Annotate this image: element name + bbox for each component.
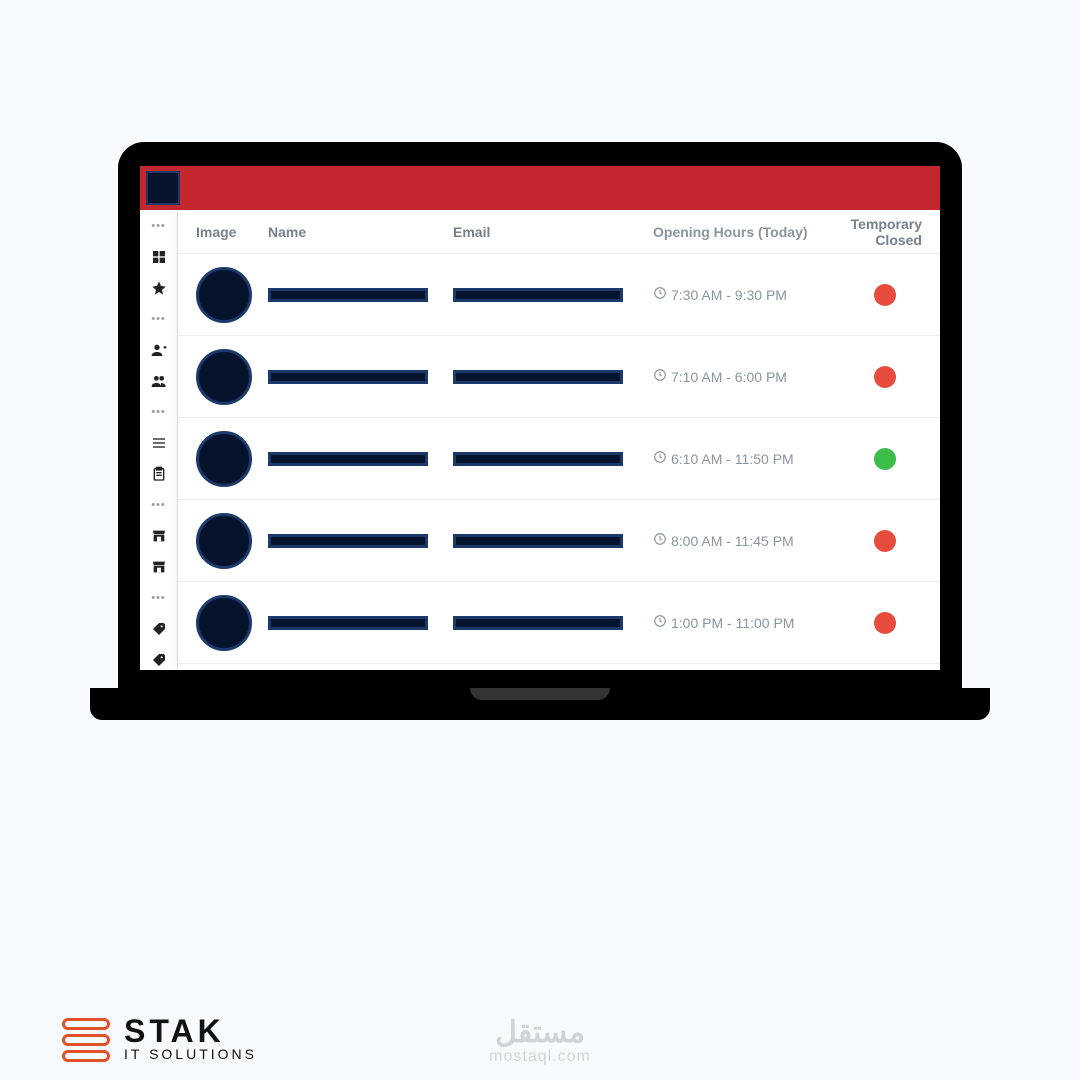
col-header-image: Image <box>196 224 268 240</box>
brand-tagline: IT SOLUTIONS <box>124 1046 257 1062</box>
cell-closed <box>848 530 922 552</box>
clock-icon <box>653 614 667 631</box>
app-sidebar: ••• ••• ••• ••• ••• <box>140 210 178 670</box>
col-header-email: Email <box>453 224 653 240</box>
redacted-bar <box>453 616 623 630</box>
cell-hours: 7:10 AM - 6:00 PM <box>653 368 848 385</box>
redacted-bar <box>268 452 428 466</box>
status-dot <box>874 448 896 470</box>
cell-name <box>268 534 453 548</box>
laptop-screen: ••• ••• ••• ••• ••• Image Name Email Opening… <box>118 142 962 688</box>
person-add-icon[interactable] <box>148 340 170 361</box>
col-header-hours: Opening Hours (Today) <box>653 224 848 240</box>
people-icon[interactable] <box>148 371 170 392</box>
store-icon[interactable] <box>148 556 170 577</box>
clock-icon <box>653 450 667 467</box>
clock-icon <box>653 368 667 385</box>
cell-image <box>196 513 268 569</box>
redacted-bar <box>453 534 623 548</box>
list-icon[interactable] <box>148 433 170 454</box>
dots-icon: ••• <box>148 402 170 423</box>
status-dot <box>874 612 896 634</box>
store-icon[interactable] <box>148 525 170 546</box>
clock-icon <box>653 286 667 303</box>
cell-hours: 8:00 AM - 11:45 PM <box>653 532 848 549</box>
redacted-bar <box>268 534 428 548</box>
avatar <box>196 595 252 651</box>
redacted-bar <box>453 370 623 384</box>
redacted-bar <box>268 288 428 302</box>
cell-hours: 1:00 PM - 11:00 PM <box>653 614 848 631</box>
cell-closed <box>848 612 922 634</box>
dots-icon: ••• <box>148 309 170 330</box>
hours-text: 7:10 AM - 6:00 PM <box>671 369 787 385</box>
laptop-frame: ••• ••• ••• ••• ••• Image Name Email Opening… <box>118 142 962 720</box>
table-row[interactable]: 7:10 AM - 6:00 PM <box>178 336 940 418</box>
main-content: Image Name Email Opening Hours (Today) T… <box>178 210 940 670</box>
table-row[interactable]: 1:00 PM - 11:00 PM <box>178 582 940 664</box>
brand-name: STAK <box>124 1017 257 1046</box>
table-row[interactable]: 6:10 AM - 11:50 PM <box>178 418 940 500</box>
tag-icon[interactable] <box>148 649 170 670</box>
stak-text: STAK IT SOLUTIONS <box>124 1017 257 1062</box>
table-header: Image Name Email Opening Hours (Today) T… <box>178 210 940 254</box>
watermark-english: mostaql.com <box>489 1048 591 1066</box>
cell-email <box>453 616 653 630</box>
clipboard-icon[interactable] <box>148 464 170 485</box>
redacted-bar <box>453 452 623 466</box>
star-icon[interactable] <box>148 278 170 299</box>
status-dot <box>874 284 896 306</box>
tag-icon[interactable] <box>148 618 170 639</box>
dots-icon: ••• <box>148 216 170 237</box>
cell-closed <box>848 366 922 388</box>
cell-name <box>268 452 453 466</box>
cell-email <box>453 370 653 384</box>
watermark: مستقل mostaql.com <box>489 1018 591 1066</box>
cell-image <box>196 349 268 405</box>
status-dot <box>874 366 896 388</box>
cell-closed <box>848 284 922 306</box>
cell-name <box>268 370 453 384</box>
table-row[interactable]: 7:30 AM - 9:30 PM <box>178 254 940 336</box>
col-header-closed: Temporary Closed <box>848 216 922 248</box>
cell-image <box>196 431 268 487</box>
clock-icon <box>653 532 667 549</box>
cell-hours: 6:10 AM - 11:50 PM <box>653 450 848 467</box>
redacted-bar <box>268 370 428 384</box>
hours-text: 6:10 AM - 11:50 PM <box>671 451 794 467</box>
avatar <box>196 431 252 487</box>
dots-icon: ••• <box>148 587 170 608</box>
dashboard-icon[interactable] <box>148 247 170 268</box>
redacted-bar <box>453 288 623 302</box>
laptop-base <box>90 688 990 720</box>
avatar <box>196 349 252 405</box>
cell-hours: 7:30 AM - 9:30 PM <box>653 286 848 303</box>
cell-image <box>196 267 268 323</box>
footer-logo: STAK IT SOLUTIONS <box>62 1017 257 1062</box>
avatar <box>196 513 252 569</box>
cell-email <box>453 534 653 548</box>
app-viewport: ••• ••• ••• ••• ••• Image Name Email Opening… <box>140 166 940 670</box>
app-body: ••• ••• ••• ••• ••• Image Name Email Opening… <box>140 210 940 670</box>
avatar <box>196 267 252 323</box>
app-topbar <box>140 166 940 210</box>
redacted-bar <box>268 616 428 630</box>
cell-email <box>453 288 653 302</box>
cell-image <box>196 595 268 651</box>
stak-icon <box>62 1018 110 1062</box>
dots-icon: ••• <box>148 494 170 515</box>
col-header-name: Name <box>268 224 453 240</box>
hours-text: 7:30 AM - 9:30 PM <box>671 287 787 303</box>
cell-closed <box>848 448 922 470</box>
app-logo[interactable] <box>146 171 180 205</box>
table-row[interactable]: 8:00 AM - 11:45 PM <box>178 500 940 582</box>
cell-name <box>268 288 453 302</box>
cell-name <box>268 616 453 630</box>
hours-text: 8:00 AM - 11:45 PM <box>671 533 794 549</box>
hours-text: 1:00 PM - 11:00 PM <box>671 615 794 631</box>
cell-email <box>453 452 653 466</box>
watermark-arabic: مستقل <box>489 1018 591 1048</box>
status-dot <box>874 530 896 552</box>
